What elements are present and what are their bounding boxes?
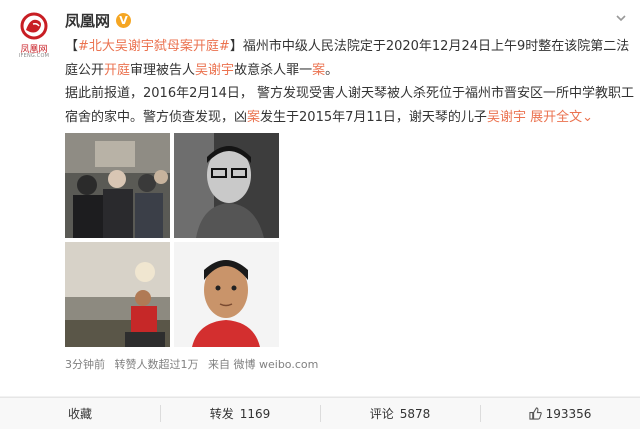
post-link[interactable]: ⌄ [582,110,593,125]
post-text: 故意杀人罪一 [234,62,313,78]
repost-summary: 转赞人数超过1万 [114,358,199,371]
post-link[interactable]: 展开全文 [530,110,582,125]
chevron-down-icon[interactable] [614,11,628,25]
repost-count: 1169 [239,406,271,421]
like-button[interactable]: 193356 [480,398,640,429]
post-text: 【 [65,39,79,54]
photo-mother-outdoor[interactable] [65,242,170,347]
post-keyword[interactable]: 开庭 [104,63,130,78]
post-paragraph-2: 据此前报道，2016年2月14日， 警方发现受害人谢天琴被人杀死位于福州市晋安区… [65,82,635,129]
post-paragraph-1: 【#北大吴谢宇弑母案开庭#】福州市中级人民法院定于2020年12月24日上午9时… [65,35,635,82]
phoenix-logo-icon [20,12,48,40]
verified-badge-icon: V [116,12,132,28]
post-meta: 3分钟前 转赞人数超过1万 来自 微博 weibo.com [65,356,324,372]
thumbs-up-icon [529,407,542,420]
post-keyword[interactable]: 吴谢宇 [195,63,234,78]
like-count: 193356 [545,406,592,421]
action-bar: 收藏 转发 1169 评论 5878 193356 [0,397,640,429]
account-name[interactable]: 凤凰网 [65,10,110,31]
post-source[interactable]: 来自 微博 weibo.com [208,358,318,371]
photo-suspect-portrait[interactable] [174,242,279,347]
post-body: 【#北大吴谢宇弑母案开庭#】福州市中级人民法院定于2020年12月24日上午9时… [65,35,635,129]
comment-label: 评论 [369,407,394,421]
post-keyword[interactable]: 案 [312,63,325,78]
comment-count: 5878 [399,406,431,421]
photo-court-crowd[interactable] [65,133,170,238]
post-header: 凤凰网 V [65,9,132,31]
avatar-brand-subtext: IFENG.COM [18,53,50,59]
photo-suspect-closeup[interactable] [174,133,279,238]
post-keyword[interactable]: 吴谢宇 [487,110,526,125]
post-keyword[interactable]: 案 [247,110,260,125]
post-text: 发生于2015年7月11日，谢天琴的儿子 [260,109,487,125]
favorite-button[interactable]: 收藏 [0,398,160,429]
weibo-post-card: 凤凰网 IFENG.COM 凤凰网 V 【#北大吴谢宇弑母案开庭#】福州市中级人… [0,0,640,396]
post-text: 。 [325,62,339,78]
post-link[interactable]: #北大吴谢宇弑母案开庭# [78,39,230,54]
post-time[interactable]: 3分钟前 [65,358,105,371]
comment-button[interactable]: 评论 5878 [320,398,480,429]
favorite-label: 收藏 [67,407,92,421]
repost-button[interactable]: 转发 1169 [160,398,320,429]
repost-label: 转发 [209,407,234,421]
photo-grid [65,133,279,347]
post-text: 审理被告人 [130,62,196,78]
